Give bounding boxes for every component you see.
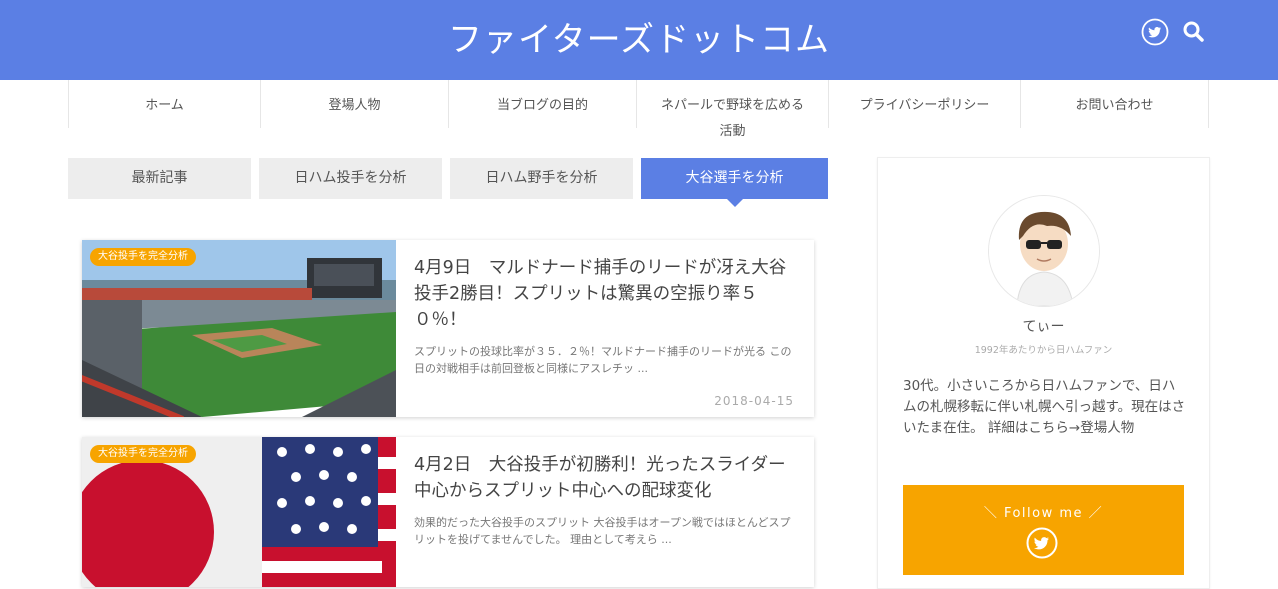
nav-item-contact[interactable]: お問い合わせ [1021,80,1209,128]
article-date: 2018-04-15 [714,394,794,408]
profile-widget: てぃー 1992年あたりから日ハムファン 30代。小さいころから日ハムファンで、… [877,157,1210,589]
tab-ohtani[interactable]: 大谷選手を分析 [641,158,828,207]
article-card[interactable]: 大谷投手を完全分析 4月2日 大谷投手が初勝利！光ったスライダー中心からスプリッ… [82,437,814,587]
profile-subtitle: 1992年あたりから日ハムファン [974,345,1113,356]
article-title[interactable]: 4月2日 大谷投手が初勝利！光ったスライダー中心からスプリット中心への配球変化 [414,452,799,504]
article-card[interactable]: 大谷投手を完全分析 4月9日 マルドナード捕手のリードが冴え大谷投手2勝目！スプ… [82,240,814,417]
article-snippet: 効果的だった大谷投手のスプリット 大谷投手はオープン戦ではほとんどスプリットを投… [414,516,791,546]
article-snippet: スプリットの投球比率が３５．２％！マルドナード捕手のリードが光る この日の対戦相… [414,345,792,375]
twitter-icon[interactable] [1141,18,1169,46]
follow-box: ＼ Follow me ／ [903,485,1184,575]
article-title[interactable]: 4月9日 マルドナード捕手のリードが冴え大谷投手2勝目！スプリットは驚異の空振り… [414,255,799,333]
tab-pitchers[interactable]: 日ハム投手を分析 [259,158,442,199]
nav-item-home[interactable]: ホーム [69,80,261,128]
category-badge[interactable]: 大谷投手を完全分析 [90,248,196,266]
tab-fielders[interactable]: 日ハム野手を分析 [450,158,633,199]
profile-name: てぃー [1022,319,1065,335]
follow-label: ＼ Follow me ／ [983,506,1104,521]
tab-latest[interactable]: 最新記事 [68,158,251,199]
search-icon[interactable] [1180,18,1208,46]
global-nav: ホーム 登場人物 当ブログの目的 ネパールで野球を広める活動 プライバシーポリシ… [68,80,1209,139]
nav-item-characters[interactable]: 登場人物 [261,80,449,128]
nav-item-nepal[interactable]: ネパールで野球を広める活動 [637,80,829,139]
profile-description: 30代。小さいころから日ハムファンで、日ハムの札幌移転に伴い札幌へ引っ越す。現在… [903,378,1186,436]
article-thumbnail[interactable] [82,240,396,417]
site-title[interactable]: ファイターズドットコム [0,18,1278,62]
nav-item-purpose[interactable]: 当ブログの目的 [449,80,637,128]
nav-item-privacy[interactable]: プライバシーポリシー [829,80,1021,128]
avatar-illustration [989,196,1099,306]
site-header: ファイターズドットコム [0,0,1278,80]
category-badge[interactable]: 大谷投手を完全分析 [90,445,196,463]
stadium-image [82,240,396,417]
avatar [988,195,1100,307]
category-tabs: 最新記事 日ハム投手を分析 日ハム野手を分析 大谷選手を分析 [68,158,828,207]
twitter-icon[interactable] [1026,527,1058,559]
